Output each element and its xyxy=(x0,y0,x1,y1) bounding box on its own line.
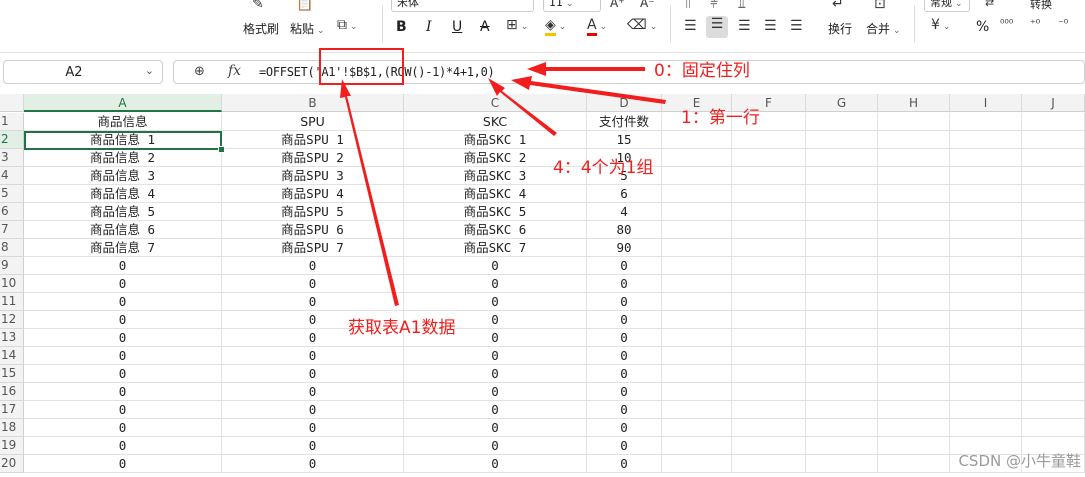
arrow-get-data xyxy=(340,79,399,306)
annotation-arrows xyxy=(340,62,666,306)
annotation-get-data: 获取表A1数据 xyxy=(348,318,456,338)
annotation-fixed-col: 0：固定住列 xyxy=(654,61,750,81)
arrow-fixed-col xyxy=(527,62,645,76)
watermark: CSDN @小牛童鞋 xyxy=(958,452,1081,470)
annotation-first-row: 1：第一行 xyxy=(681,108,760,128)
arrow-first-row xyxy=(511,76,666,104)
annotation-group: 4：4个为1组 xyxy=(553,158,654,178)
